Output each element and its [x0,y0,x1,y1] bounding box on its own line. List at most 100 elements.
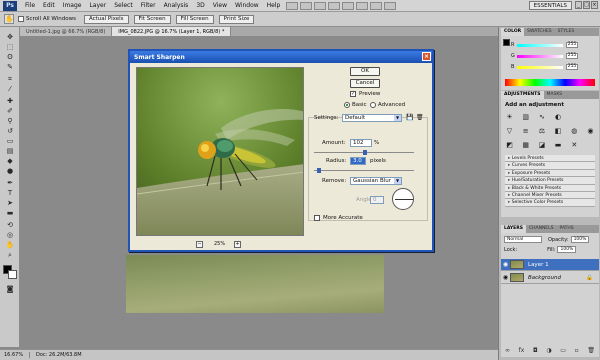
zoom-tool-button[interactable] [356,1,369,10]
ok-button[interactable]: OK [350,67,380,76]
new-adjustment-icon[interactable]: ◑ [546,347,551,355]
preset-selective-color[interactable]: Selective Color Presets [505,199,595,207]
eyedropper-tool-icon[interactable]: ⁄ [3,85,17,93]
remove-select[interactable]: Gaussian Blur ▼ [350,177,402,185]
new-group-icon[interactable]: ▭ [560,347,566,355]
3d-orbit-tool-icon[interactable]: ◎ [3,231,17,239]
zoom-tool-icon[interactable]: ⌕ [3,251,17,259]
eye-icon[interactable]: ◉ [501,261,510,268]
preview-image[interactable] [136,67,304,236]
color-balance-icon[interactable]: ⚖ [537,127,546,136]
invert-icon[interactable]: ◩ [505,141,514,150]
eye-icon[interactable]: ◉ [501,274,510,281]
preview-checkbox[interactable]: ✓ [350,91,356,97]
settings-select[interactable]: Default ▼ [342,114,402,122]
layer-row-background[interactable]: ◉ Background 🔒 [501,272,599,284]
quick-mask-icon[interactable]: ◙ [3,285,17,293]
red-slider[interactable]: R 255 [511,42,581,48]
menu-select[interactable]: Select [110,2,137,9]
threshold-icon[interactable]: ◪ [537,141,546,150]
marquee-tool-icon[interactable]: ⬚ [3,43,17,51]
type-tool-icon[interactable]: T [3,189,17,197]
brush-tool-icon[interactable]: ✐ [3,107,17,115]
chevron-down-icon[interactable]: ▼ [394,115,401,121]
angle-dial[interactable] [392,188,414,210]
menu-help[interactable]: Help [263,2,285,9]
minimize-icon[interactable]: _ [575,1,582,9]
maximize-icon[interactable]: □ [583,1,590,9]
blue-slider-bar[interactable] [517,65,563,69]
black-white-icon[interactable]: ◧ [554,127,563,136]
levels-icon[interactable]: ▥ [521,113,530,122]
gradient-map-icon[interactable]: ▬ [554,141,563,150]
fg-color-chip[interactable] [503,39,510,46]
brightness-icon[interactable]: ☀ [505,113,514,122]
zoom-readout[interactable]: 16.67% [0,352,30,358]
green-slider[interactable]: G 255 [511,53,581,59]
angle-field[interactable]: 0 [370,196,384,204]
menu-edit[interactable]: Edit [39,2,59,9]
green-value[interactable]: 255 [566,53,578,59]
exposure-icon[interactable]: ◐ [554,113,563,122]
menu-filter[interactable]: Filter [137,2,160,9]
advanced-radio[interactable] [370,102,376,108]
vibrance-icon[interactable]: ▽ [505,127,514,136]
tab-swatches[interactable]: SWATCHES [524,28,555,36]
link-layers-icon[interactable]: ∞ [505,347,510,355]
zoom-out-button[interactable]: − [196,241,203,248]
menu-image[interactable]: Image [59,2,86,9]
arrange-documents-button[interactable] [370,1,383,10]
opacity-field[interactable]: 100% [570,236,590,243]
view-extras-button[interactable] [314,1,327,10]
amount-slider-thumb[interactable] [363,150,367,155]
add-mask-icon[interactable]: ◘ [533,347,538,355]
preset-channel-mixer[interactable]: Channel Mixer Presets [505,191,595,200]
close-icon[interactable]: × [591,1,598,9]
menu-analysis[interactable]: Analysis [160,2,193,9]
menu-view[interactable]: View [209,2,231,9]
chevron-down-icon[interactable]: ▼ [394,178,401,184]
clone-stamp-tool-icon[interactable]: ⚲ [3,117,17,125]
pen-tool-icon[interactable]: ✒ [3,179,17,187]
blue-value[interactable]: 255 [566,64,578,70]
fill-field[interactable]: 100% [557,246,577,253]
save-settings-icon[interactable]: 💾 [406,114,413,121]
curves-icon[interactable]: ∿ [537,113,546,122]
hand-tool-icon[interactable]: ✋ [3,241,17,249]
preset-levels[interactable]: Levels Presets [505,155,595,163]
tab-color[interactable]: COLOR [501,28,525,36]
background-color-swatch[interactable] [8,270,17,279]
tab-img-0822[interactable]: IMG_0822.JPG @ 16.7% (Layer 1, RGB/8) * [112,27,232,36]
move-tool-icon[interactable]: ✥ [3,33,17,41]
3d-rotate-tool-icon[interactable]: ⟲ [3,221,17,229]
menu-window[interactable]: Window [231,2,263,9]
dialog-close-icon[interactable]: × [422,52,431,61]
dodge-tool-icon[interactable]: ● [3,167,17,175]
zoom-in-button[interactable]: + [234,241,241,248]
gradient-tool-icon[interactable]: ▤ [3,147,17,155]
color-spectrum[interactable] [505,79,595,86]
hand-tool-button[interactable] [342,1,355,10]
zoom-level-button[interactable] [328,1,341,10]
blur-tool-icon[interactable]: ◆ [3,157,17,165]
preset-curves[interactable]: Curves Presets [505,162,595,170]
tab-paths[interactable]: PATHS [557,225,577,233]
scroll-all-checkbox[interactable] [18,16,24,22]
fill-screen-button[interactable]: Fill Screen [175,14,214,24]
amount-field[interactable]: 102 [350,139,372,147]
fit-screen-button[interactable]: Fit Screen [133,14,171,24]
menu-layer[interactable]: Layer [85,2,110,9]
selective-color-icon[interactable]: ✕ [570,141,579,150]
delete-settings-icon[interactable]: 🗑 [416,114,424,121]
document-image[interactable] [126,255,384,313]
tab-masks[interactable]: MASKS [544,91,566,99]
workspace-switcher[interactable]: ESSENTIALS [528,1,572,10]
preset-exposure[interactable]: Exposure Presets [505,169,595,178]
path-select-tool-icon[interactable]: ➤ [3,199,17,207]
tab-layers[interactable]: LAYERS [501,225,526,233]
healing-brush-tool-icon[interactable]: ✚ [3,97,17,105]
launch-bridge-button[interactable] [286,1,299,10]
red-value[interactable]: 255 [566,42,578,48]
crop-tool-icon[interactable]: ⌗ [3,75,17,83]
blue-slider[interactable]: B 255 [511,64,581,70]
